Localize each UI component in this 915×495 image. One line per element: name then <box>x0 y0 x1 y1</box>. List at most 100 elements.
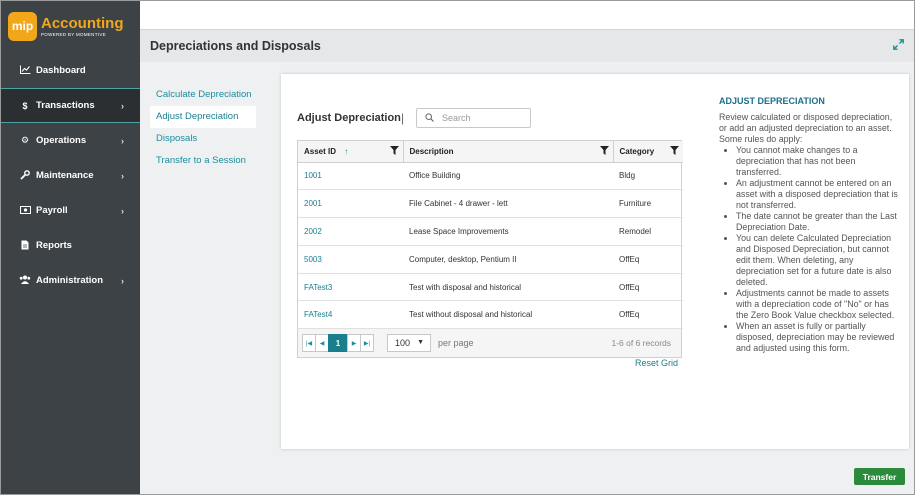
records-count: 1-6 of 6 records <box>611 338 671 349</box>
app-logo[interactable]: mip Accounting POWERED BY MOMENTIVE <box>8 10 124 42</box>
table-row[interactable]: 1001 Office Building Bldg <box>298 162 683 191</box>
logo-text: Accounting POWERED BY MOMENTIVE <box>41 16 124 37</box>
previous-page-button[interactable]: ◀ <box>315 334 329 353</box>
table-row[interactable]: 2002 Lease Space Improvements Remodel <box>298 217 683 246</box>
page-size-value: 100 <box>395 338 411 349</box>
sidebar-item-transactions[interactable]: $ Transactions › <box>1 88 140 123</box>
sidebar-item-label: Reports <box>36 240 72 251</box>
chevron-right-icon: › <box>121 205 124 216</box>
app-title: Accounting <box>41 14 124 32</box>
filter-icon[interactable] <box>389 146 399 155</box>
logo-badge: mip <box>8 11 37 41</box>
dollar-icon: $ <box>22 100 28 111</box>
sidebar-item-payroll[interactable]: Payroll › <box>1 193 140 228</box>
chevron-right-icon: › <box>121 275 124 286</box>
sub-nav: Calculate Depreciation Adjust Depreciati… <box>150 84 256 172</box>
subnav-transfer-to-session[interactable]: Transfer to a Session <box>150 150 256 172</box>
asset-id-link[interactable]: FATest4 <box>298 300 403 330</box>
sidebar-item-dashboard[interactable]: Dashboard <box>1 53 140 88</box>
sidebar-item-maintenance[interactable]: Maintenance › <box>1 158 140 193</box>
filter-icon[interactable] <box>599 146 609 155</box>
money-icon <box>19 205 31 216</box>
chevron-right-icon: › <box>121 100 124 111</box>
category-cell: Remodel <box>613 217 683 246</box>
asset-id-link[interactable]: 2001 <box>298 189 403 219</box>
subnav-disposals[interactable]: Disposals <box>150 128 256 150</box>
sidebar-item-label: Operations <box>36 135 87 146</box>
app-window: mip Accounting POWERED BY MOMENTIVE Dash… <box>0 0 915 495</box>
asset-grid: Asset ID ↑ Description Category 1001 Off… <box>297 140 683 359</box>
category-cell: Bldg <box>613 162 683 191</box>
help-rule: An adjustment cannot be entered on an as… <box>736 178 901 211</box>
search-input[interactable] <box>442 113 522 123</box>
category-cell: Furniture <box>613 189 683 219</box>
report-icon <box>19 240 31 252</box>
grid-title: Adjust Depreciation <box>297 112 401 124</box>
column-label: Category <box>619 146 655 156</box>
sort-ascending-icon: ↑ <box>344 146 349 156</box>
help-intro: Review calculated or disposed depreciati… <box>719 112 893 133</box>
sidebar-item-label: Transactions <box>36 100 95 111</box>
page-title: Depreciations and Disposals <box>150 39 321 53</box>
category-cell: OffEq <box>613 300 683 330</box>
help-rule: The date cannot be greater than the Last… <box>736 211 901 233</box>
chevron-right-icon: › <box>121 135 124 146</box>
help-rule: You can delete Calculated Depreciation a… <box>736 233 901 288</box>
sidebar-item-label: Payroll <box>36 205 68 216</box>
asset-id-link[interactable]: FATest3 <box>298 273 403 302</box>
description-cell: Test without disposal and historical <box>403 300 613 330</box>
category-cell: OffEq <box>613 245 683 274</box>
description-cell: Lease Space Improvements <box>403 217 613 246</box>
sidebar-item-administration[interactable]: Administration › <box>1 263 140 298</box>
column-label: Asset ID <box>304 146 337 156</box>
next-page-button[interactable]: ▶ <box>347 334 361 353</box>
chart-line-icon <box>19 65 31 76</box>
search-box[interactable] <box>416 108 531 128</box>
transfer-button[interactable]: Transfer <box>854 468 905 485</box>
sidebar-item-operations[interactable]: ⚙ Operations › <box>1 123 140 158</box>
help-rule: When an asset is fully or partially disp… <box>736 321 901 354</box>
asset-id-link[interactable]: 2002 <box>298 217 403 246</box>
table-row[interactable]: FATest3 Test with disposal and historica… <box>298 273 683 302</box>
table-row[interactable]: 2001 File Cabinet - 4 drawer - lett Furn… <box>298 189 683 219</box>
description-cell: File Cabinet - 4 drawer - lett <box>403 189 613 219</box>
column-header-category[interactable]: Category <box>613 141 683 163</box>
sidebar-item-label: Administration <box>36 275 104 286</box>
main-card: Adjust Depreciation | Asset ID ↑ <box>281 74 909 449</box>
first-page-button[interactable]: |◀ <box>302 334 316 353</box>
per-page-label: per page <box>438 338 474 349</box>
table-row[interactable]: FATest4 Test without disposal and histor… <box>298 300 683 330</box>
chevron-right-icon: › <box>121 170 124 181</box>
page-size-select[interactable]: 100 ▼ <box>387 334 431 353</box>
help-rules-list: You cannot make changes to a depreciatio… <box>736 145 901 354</box>
column-header-asset-id[interactable]: Asset ID ↑ <box>298 141 404 163</box>
sidebar-nav: Dashboard $ Transactions › ⚙ Operations … <box>1 53 140 298</box>
help-rules-intro: Some rules do apply: <box>719 134 803 144</box>
expand-icon[interactable] <box>893 39 904 53</box>
wrench-icon <box>19 169 31 182</box>
asset-id-link[interactable]: 1001 <box>298 162 403 191</box>
last-page-button[interactable]: ▶| <box>360 334 374 353</box>
top-bar <box>140 1 914 29</box>
column-header-description[interactable]: Description <box>403 141 614 163</box>
reset-grid-link[interactable]: Reset Grid <box>635 358 678 368</box>
help-title: ADJUST DEPRECIATION <box>719 96 825 106</box>
description-cell: Computer, desktop, Pentium II <box>403 245 613 274</box>
asset-id-link[interactable]: 5003 <box>298 245 403 274</box>
page-header: Depreciations and Disposals <box>140 29 914 62</box>
help-panel: ADJUST DEPRECIATION Review calculated or… <box>719 96 901 354</box>
sidebar-item-label: Dashboard <box>36 65 86 76</box>
table-row[interactable]: 5003 Computer, desktop, Pentium II OffEq <box>298 245 683 274</box>
grid-pager: |◀ ◀ 1 ▶ ▶| 100 ▼ per page 1-6 of 6 reco… <box>298 329 681 358</box>
subnav-adjust-depreciation[interactable]: Adjust Depreciation <box>150 106 256 128</box>
app-subtitle: POWERED BY MOMENTIVE <box>41 31 106 37</box>
search-icon <box>425 112 434 124</box>
subnav-calculate-depreciation[interactable]: Calculate Depreciation <box>150 84 256 106</box>
filter-icon[interactable] <box>670 146 679 155</box>
page-number-button[interactable]: 1 <box>328 334 348 353</box>
sidebar-item-reports[interactable]: Reports <box>1 228 140 263</box>
caret-down-icon: ▼ <box>417 339 424 347</box>
category-cell: OffEq <box>613 273 683 302</box>
help-rule: Adjustments cannot be made to assets wit… <box>736 288 901 321</box>
title-separator: | <box>401 111 405 125</box>
